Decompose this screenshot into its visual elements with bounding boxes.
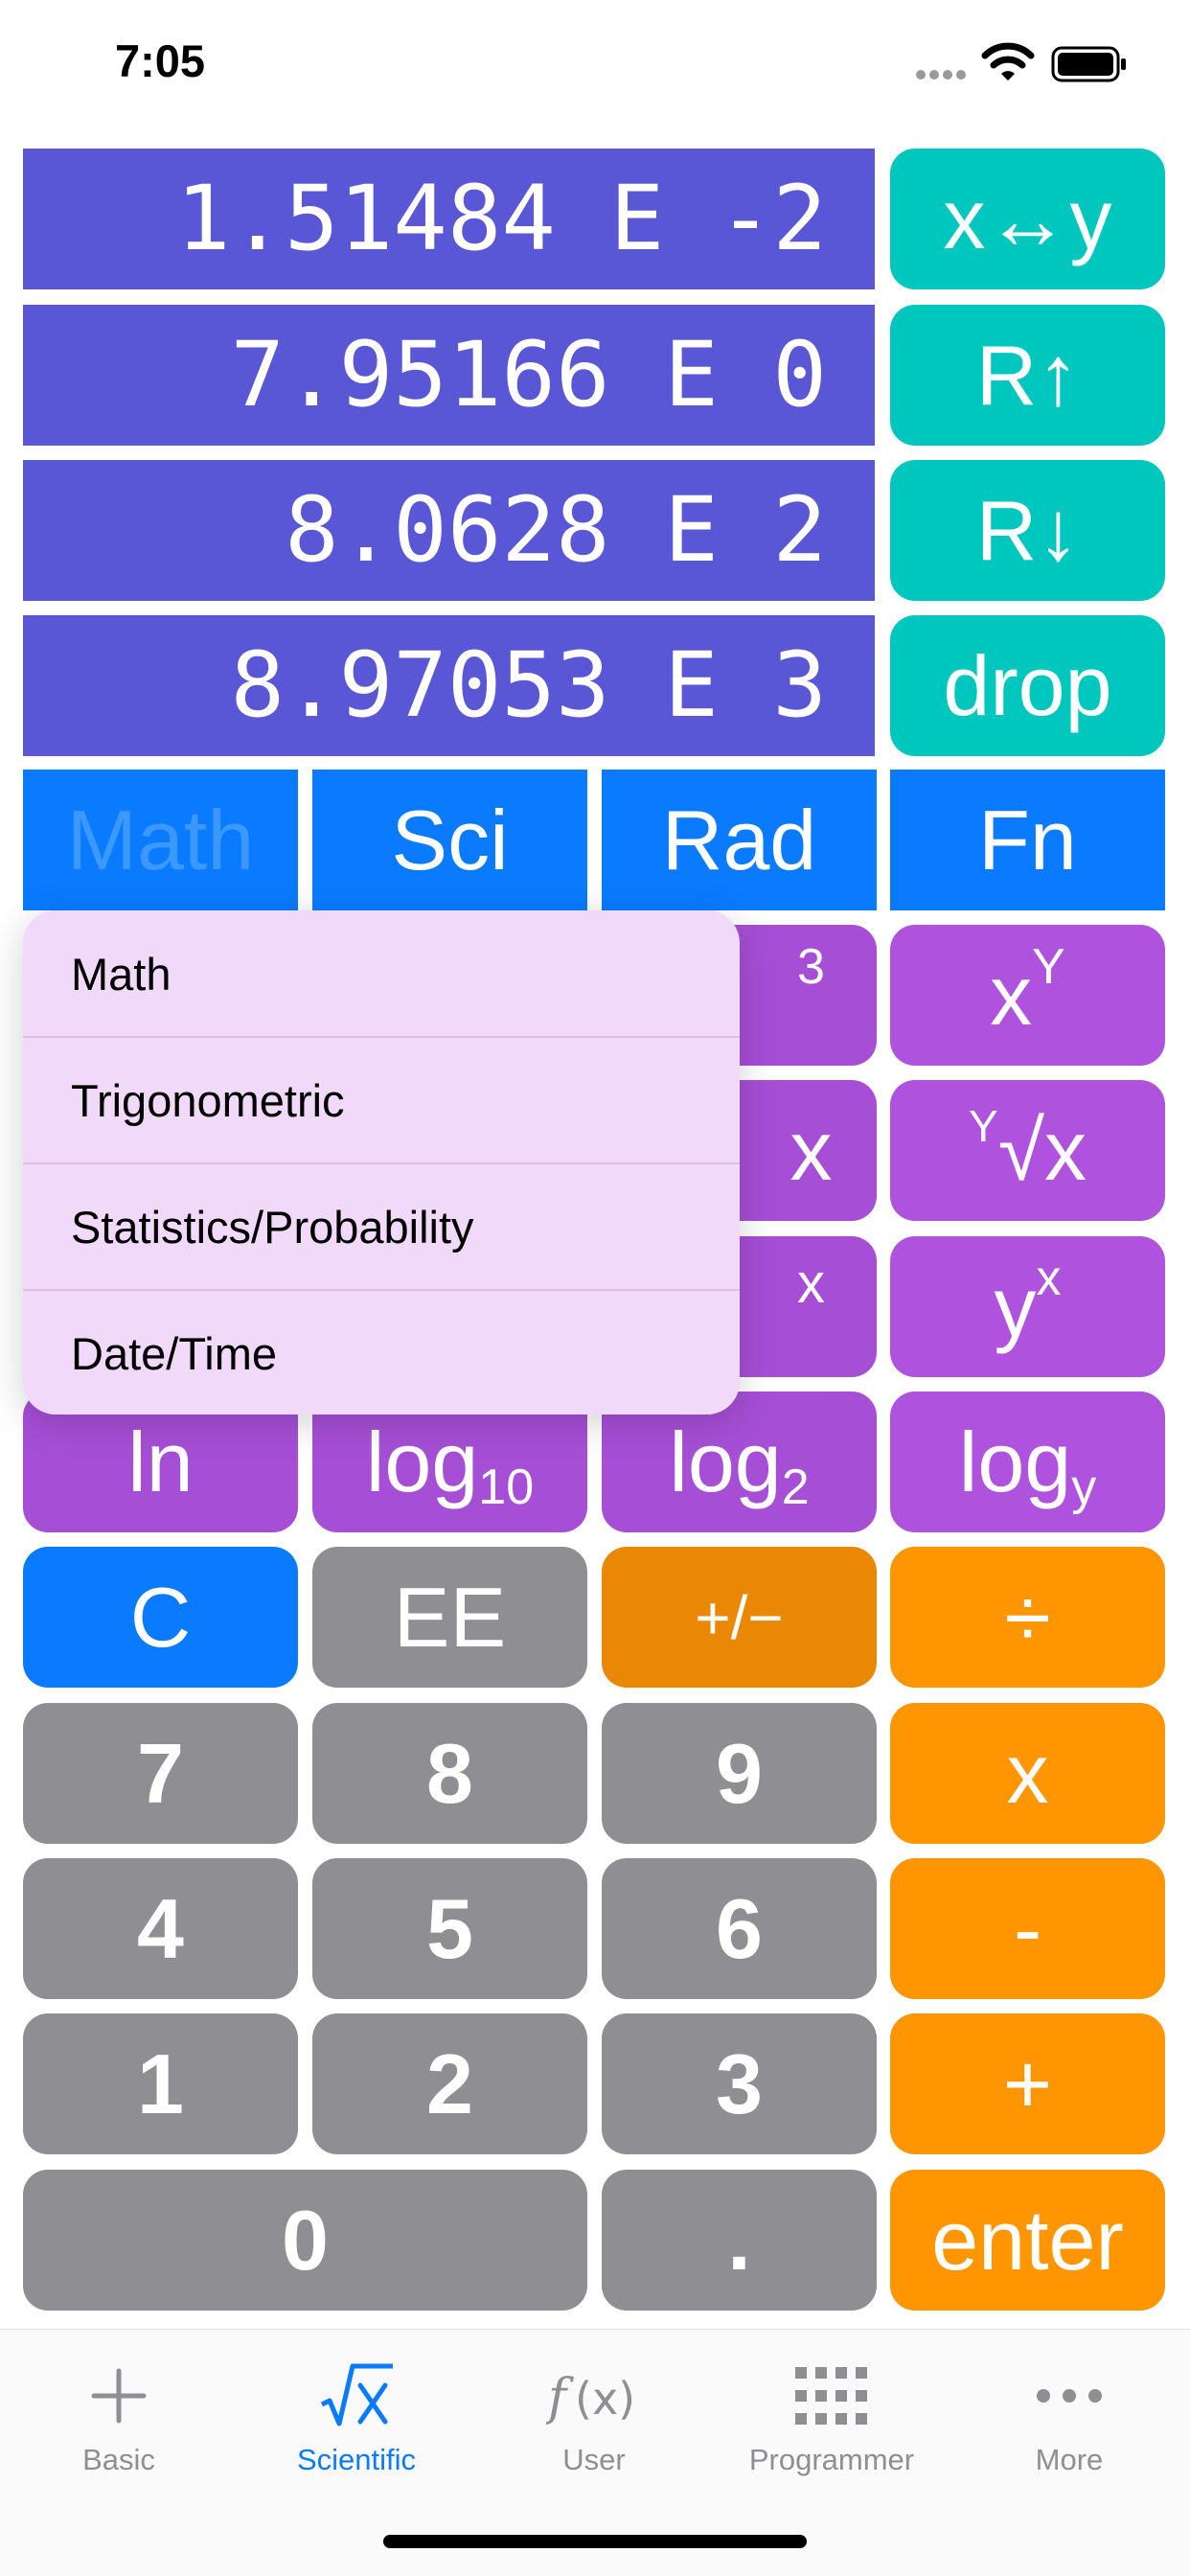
tab-user[interactable]: f (x) User — [479, 2353, 709, 2487]
signal-dot — [916, 70, 926, 80]
stack-register-z: 7.95166 E 0 — [23, 305, 875, 446]
signal-dot — [943, 70, 952, 80]
math-mode-button[interactable]: Math — [23, 770, 298, 910]
plus-icon — [90, 2353, 148, 2439]
tab-more[interactable]: More — [954, 2353, 1184, 2487]
signal-dot — [929, 70, 939, 80]
fn-mode-button[interactable]: Fn — [890, 770, 1165, 910]
roll-up-button[interactable]: R↑ — [890, 305, 1165, 446]
signal-dot — [956, 70, 966, 80]
svg-text:(x): (x) — [575, 2373, 635, 2425]
tab-scientific[interactable]: Scientific — [241, 2353, 471, 2487]
nine-key[interactable]: 9 — [602, 1703, 877, 1844]
divide-key[interactable]: ÷ — [890, 1547, 1165, 1688]
roll-down-button[interactable]: R↓ — [890, 460, 1165, 601]
y-pow-x-key[interactable]: yx — [890, 1236, 1165, 1377]
menu-item-statistics[interactable]: Statistics/Probability — [23, 1163, 740, 1290]
function-icon: f (x) — [546, 2353, 642, 2439]
menu-item-math[interactable]: Math — [23, 910, 740, 1037]
zero-key[interactable]: 0 — [23, 2170, 587, 2311]
tab-basic[interactable]: Basic — [4, 2353, 234, 2487]
four-key[interactable]: 4 — [23, 1858, 298, 1999]
drop-button[interactable]: drop — [890, 615, 1165, 756]
wifi-icon — [981, 42, 1035, 80]
ee-key[interactable]: EE — [312, 1547, 587, 1688]
status-time: 7:05 — [115, 35, 206, 86]
menu-item-datetime[interactable]: Date/Time — [23, 1290, 740, 1414]
minus-key[interactable]: - — [890, 1858, 1165, 1999]
plus-minus-key[interactable]: +/− — [602, 1547, 877, 1688]
tab-programmer[interactable]: Programmer — [717, 2353, 947, 2487]
clear-key[interactable]: C — [23, 1547, 298, 1688]
two-key[interactable]: 2 — [312, 2013, 587, 2154]
plus-key[interactable]: + — [890, 2013, 1165, 2154]
x-pow-y-key[interactable]: xY — [890, 925, 1165, 1066]
menu-item-trigonometric[interactable]: Trigonometric — [23, 1037, 740, 1163]
stack-register-y: 8.0628 E 2 — [23, 460, 875, 601]
three-key[interactable]: 3 — [602, 2013, 877, 2154]
sqrt-icon — [318, 2353, 395, 2439]
stack-register-x: 8.97053 E 3 — [23, 615, 875, 756]
battery-icon — [1051, 46, 1126, 82]
multiply-key[interactable]: x — [890, 1703, 1165, 1844]
swap-xy-button[interactable]: x↔y — [890, 149, 1165, 289]
rad-mode-button[interactable]: Rad — [602, 770, 877, 910]
function-category-menu: Math Trigonometric Statistics/Probabilit… — [23, 910, 740, 1414]
six-key[interactable]: 6 — [602, 1858, 877, 1999]
stack-register-t: 1.51484 E -2 — [23, 149, 875, 289]
decimal-key[interactable]: . — [602, 2170, 877, 2311]
sci-mode-button[interactable]: Sci — [312, 770, 587, 910]
home-indicator — [383, 2535, 807, 2548]
seven-key[interactable]: 7 — [23, 1703, 298, 1844]
five-key[interactable]: 5 — [312, 1858, 587, 1999]
y-root-x-key[interactable]: Y √ x — [890, 1080, 1165, 1221]
eight-key[interactable]: 8 — [312, 1703, 587, 1844]
grid-icon — [795, 2353, 868, 2439]
ellipsis-icon — [1036, 2353, 1103, 2439]
enter-key[interactable]: enter — [890, 2170, 1165, 2311]
one-key[interactable]: 1 — [23, 2013, 298, 2154]
svg-text:f: f — [546, 2369, 574, 2426]
logy-key[interactable]: log y — [890, 1392, 1165, 1532]
